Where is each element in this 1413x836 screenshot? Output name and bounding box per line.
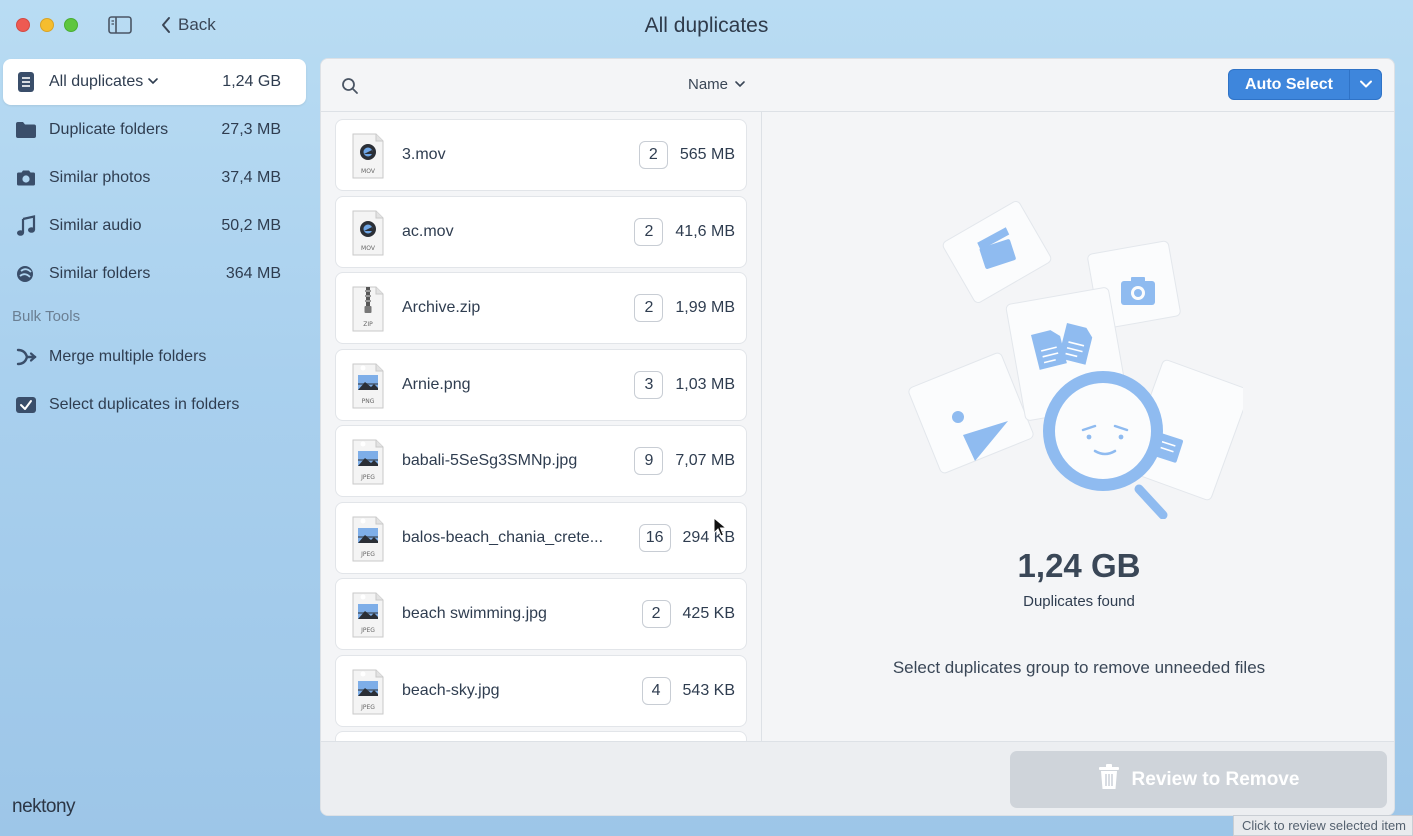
file-name: beach-sky.jpg [402, 681, 500, 699]
file-type-label: JPEG [361, 627, 375, 634]
file-type-label: MOV [361, 168, 375, 175]
sidebar-item-size: 364 MB [225, 265, 281, 282]
auto-select-control: Auto Select [1227, 69, 1382, 100]
duplicates-list: Name MOV 3.mov 565 MB 2 MOV ac.mov 41,6 MB 2 ZIP… [321, 59, 762, 803]
file-type-label: MOV [361, 244, 375, 252]
title-bar: Back All duplicates [0, 0, 1413, 52]
file-size: 425 KB [682, 605, 735, 622]
duplicates-found-label: Duplicates found [1023, 593, 1135, 610]
sidebar-item-select-duplicates-in-folders[interactable]: Select duplicates in folders [3, 382, 306, 428]
file-type-label: JPEG [361, 703, 375, 711]
image-card-icon [908, 352, 1034, 474]
table-row[interactable]: MOV 3.mov 565 MB 2 [335, 119, 747, 191]
mouse-cursor-icon [713, 516, 728, 542]
chevron-down-icon [147, 73, 159, 91]
chevron-down-icon [1359, 76, 1373, 94]
file-size: 1,99 MB [675, 299, 735, 316]
file-size: 565 MB [679, 146, 735, 163]
sidebar-item-label: Select duplicates in folders [49, 396, 240, 413]
total-duplicates-size: 1,24 GB [1017, 547, 1141, 584]
sidebar-item-size: 1,24 GB [222, 73, 281, 90]
sidebar-item-all-duplicates[interactable]: All duplicates 1,24 GB [3, 59, 306, 105]
file-type-label: JPEG [361, 550, 375, 558]
duplicate-count-badge: 3 [634, 370, 664, 399]
table-row[interactable]: JPEG beach swimming.jpg 425 KB 2 [335, 578, 747, 650]
trash-icon [1098, 763, 1120, 796]
sidebar-item-similar-folders[interactable]: Similar folders 364 MB [3, 251, 306, 297]
sidebar-item-size: 50,2 MB [221, 217, 281, 234]
sidebar-item-merge-folders[interactable]: Merge multiple folders [3, 334, 306, 380]
review-to-remove-label: Review to Remove [1131, 768, 1300, 790]
checkbox-icon [15, 394, 37, 416]
window-title: All duplicates [644, 14, 769, 37]
sidebar-item-label: Similar folders [49, 265, 151, 282]
merge-icon [15, 346, 37, 368]
sidebar-item-label: Similar photos [49, 169, 151, 186]
duplicate-count-badge: 2 [641, 600, 671, 628]
music-icon [15, 215, 37, 237]
detail-header: Auto Select [762, 59, 1394, 112]
sidebar-item-label: Similar audio [49, 217, 142, 234]
duplicate-count-badge: 4 [641, 676, 671, 705]
file-size: 7,07 MB [675, 452, 735, 469]
file-size: 1,03 MB [675, 375, 735, 393]
table-row[interactable]: JPEG beach-sky.jpg 543 KB 4 [335, 654, 747, 727]
file-type-label: JPEG [361, 474, 375, 481]
camera-icon [15, 167, 37, 189]
sidebar-item-label: Duplicate folders [49, 121, 169, 138]
table-row[interactable]: MOV ac.mov 41,6 MB 2 [335, 195, 747, 268]
sidebar-item-size: 27,3 MB [221, 121, 281, 138]
file-size: 294 KB [682, 528, 735, 546]
sort-dropdown[interactable]: Name [688, 76, 746, 93]
sort-label: Name [687, 76, 728, 93]
duplicate-count-badge: 2 [638, 141, 668, 169]
sidebar-item-label: Merge multiple folders [49, 348, 207, 365]
duplicate-count-badge: 2 [634, 294, 664, 322]
table-row[interactable]: JPEG babali-5SeSg3SMNp.jpg 7,07 MB 9 [335, 425, 747, 497]
select-group-hint: Select duplicates group to remove unneed… [892, 658, 1266, 677]
duplicate-count-badge: 16 [638, 523, 671, 552]
status-tooltip: Click to review selected item [1233, 815, 1413, 836]
chevron-down-icon [734, 76, 746, 93]
table-row[interactable]: PNG Arnie.png 1,03 MB 3 [335, 348, 747, 421]
file-name: ac.mov [402, 222, 454, 240]
file-name: Arnie.png [402, 375, 471, 393]
duplicate-count-badge: 2 [634, 217, 664, 246]
file-name: babali-5SeSg3SMNp.jpg [402, 452, 578, 469]
magnifier-icon [1043, 371, 1168, 520]
bulk-tools-heading: Bulk Tools [12, 308, 81, 325]
sidebar-item-similar-audio[interactable]: Similar audio 50,2 MB [3, 203, 306, 249]
file-name: beach swimming.jpg [402, 605, 547, 622]
sidebar: All duplicates 1,24 GB Duplicate folders… [0, 58, 310, 778]
duplicates-illustration [903, 199, 1250, 520]
file-name: 3.mov [402, 146, 446, 163]
similar-folders-icon [15, 263, 37, 285]
review-to-remove-button[interactable]: Review to Remove [1010, 751, 1387, 808]
auto-select-dropdown-button[interactable] [1349, 70, 1381, 99]
table-row[interactable]: JPEG balos-beach_chania_crete... 294 KB 16 [335, 501, 747, 574]
list-icon [15, 71, 37, 93]
list-header: Name [321, 59, 762, 112]
table-row[interactable]: ZIP Archive.zip 1,99 MB 2 [335, 272, 747, 344]
sidebar-item-duplicate-folders[interactable]: Duplicate folders 27,3 MB [3, 107, 306, 153]
file-name: balos-beach_chania_crete... [402, 528, 604, 546]
sidebar-item-label: All duplicates [49, 73, 159, 91]
auto-select-button[interactable]: Auto Select [1229, 70, 1349, 99]
brand-logo: nektony [12, 796, 76, 817]
folder-icon [15, 119, 37, 141]
search-icon[interactable] [341, 77, 359, 100]
duplicate-count-badge: 9 [634, 447, 664, 475]
file-name: Archive.zip [402, 299, 481, 316]
video-card-icon [942, 201, 1052, 303]
sidebar-item-size: 37,4 MB [221, 169, 281, 186]
sidebar-item-similar-photos[interactable]: Similar photos 37,4 MB [3, 155, 306, 201]
file-type-label: ZIP [363, 321, 373, 328]
file-size: 41,6 MB [675, 222, 735, 240]
file-type-label: PNG [361, 397, 375, 405]
main-panel: Name MOV 3.mov 565 MB 2 MOV ac.mov 41,6 MB 2 ZIP… [320, 58, 1395, 816]
footer-bar: Review to Remove [321, 741, 1394, 815]
file-size: 543 KB [682, 681, 735, 699]
